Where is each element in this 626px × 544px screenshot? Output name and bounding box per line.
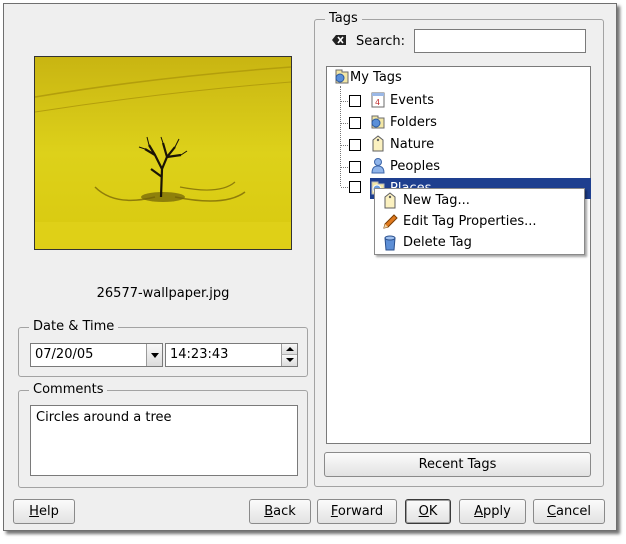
spin-up-icon[interactable] [281,344,297,355]
cancel-label-rest: ancel [556,504,592,519]
tag-checkbox-nature[interactable] [349,139,361,151]
comments-textarea[interactable]: Circles around a tree [30,405,298,476]
time-value: 14:23:43 [170,347,229,362]
tag-checkbox-peoples[interactable] [349,161,361,173]
photo-filename: 26577-wallpaper.jpg [96,286,230,301]
time-spinbox[interactable]: 14:23:43 [165,343,298,367]
help-label-rest: elp [38,504,59,519]
cancel-button[interactable]: Cancel [533,499,605,524]
person-tag-icon [369,157,387,175]
help-button[interactable]: Help [13,499,75,524]
help-mnemonic: H [29,504,39,519]
ok-mnemonic: O [418,504,429,519]
tags-group-title: Tags [325,11,362,27]
tag-context-menu: New Tag... Edit Tag Properties... Delete… [374,188,585,255]
clear-search-icon[interactable] [331,32,347,48]
tag-checkbox-places[interactable] [349,181,361,193]
cancel-mnemonic: C [546,504,557,519]
forward-mnemonic: F [330,504,338,519]
ok-label-rest: K [428,504,438,519]
forward-label-rest: orward [337,504,384,519]
ok-button[interactable]: OK [405,499,451,524]
datetime-group-title: Date & Time [29,319,119,335]
recent-tags-button[interactable]: Recent Tags [324,452,591,477]
date-combobox[interactable]: 07/20/05 [30,343,163,367]
menu-label-edit-tag: Edit Tag Properties... [403,214,537,229]
menu-item-delete-tag[interactable]: Delete Tag [375,233,584,253]
back-mnemonic: B [264,504,274,519]
dialog-window: 26577-wallpaper.jpg Date & Time 07/20/05… [3,3,617,531]
back-label-rest: ack [273,504,296,519]
chevron-down-icon[interactable] [146,344,162,366]
photo-image [35,57,291,249]
menu-item-edit-tag[interactable]: Edit Tag Properties... [375,212,584,232]
tag-checkbox-events[interactable] [349,95,361,107]
back-button[interactable]: Back [249,499,311,524]
photo-preview [34,56,292,250]
svg-text:4: 4 [375,98,380,107]
tag-tree[interactable] [326,66,591,444]
search-label: Search: [356,34,406,49]
folder-tag-icon [369,113,387,131]
menu-label-new-tag: New Tag... [403,193,470,208]
comments-group-title: Comments [29,382,108,398]
tag-label-events[interactable]: Events [390,93,434,109]
apply-button[interactable]: Apply [459,499,526,524]
new-tag-icon [381,192,399,210]
menu-item-new-tag[interactable]: New Tag... [375,191,584,211]
tag-folder-icon [333,68,351,90]
tag-label-nature[interactable]: Nature [390,137,434,153]
tag-label-peoples[interactable]: Peoples [390,159,440,175]
date-value: 07/20/05 [35,347,94,362]
calendar-tag-icon: 4 [369,91,387,109]
tag-label-folders[interactable]: Folders [390,115,437,131]
tree-root-label[interactable]: My Tags [350,70,402,86]
menu-label-delete-tag: Delete Tag [403,235,472,250]
tag-icon [369,135,387,153]
delete-tag-icon [381,234,399,252]
apply-label-rest: pply [483,504,511,519]
apply-mnemonic: A [474,504,484,519]
tag-checkbox-folders[interactable] [349,117,361,129]
pencil-icon [381,213,399,231]
search-input[interactable] [414,29,586,53]
forward-button[interactable]: Forward [317,499,397,524]
spin-down-icon[interactable] [281,355,297,366]
